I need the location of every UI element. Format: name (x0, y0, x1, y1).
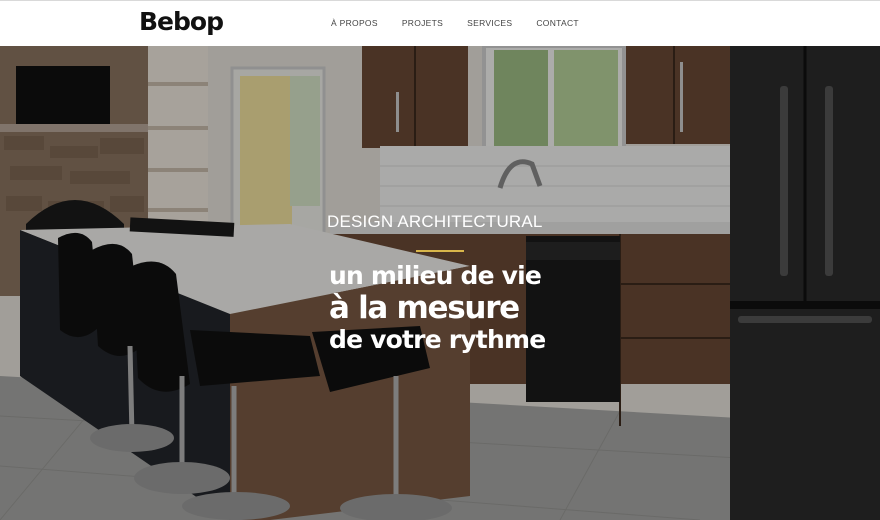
hero-headline-line-3: de votre rythme (329, 325, 546, 354)
main-nav: À PROPOS PROJETS SERVICES CONTACT (331, 18, 603, 28)
hero-text-block: DESIGN ARCHITECTURAL un milieu de vie à … (0, 46, 880, 520)
site-header: Bebop À PROPOS PROJETS SERVICES CONTACT (0, 0, 880, 46)
nav-item-services[interactable]: SERVICES (467, 18, 512, 28)
hero-eyebrow: DESIGN ARCHITECTURAL (327, 212, 543, 231)
nav-item-projets[interactable]: PROJETS (402, 18, 443, 28)
nav-item-contact[interactable]: CONTACT (536, 18, 579, 28)
hero-accent-divider (416, 250, 464, 252)
site-logo[interactable]: Bebop (139, 7, 224, 36)
hero-headline: un milieu de vie à la mesure de votre ry… (329, 261, 546, 354)
hero-headline-line-2: à la mesure (329, 290, 520, 326)
hero-headline-line-1: un milieu de vie (329, 261, 542, 290)
hero-section: DESIGN ARCHITECTURAL un milieu de vie à … (0, 46, 880, 520)
nav-item-a-propos[interactable]: À PROPOS (331, 18, 378, 28)
